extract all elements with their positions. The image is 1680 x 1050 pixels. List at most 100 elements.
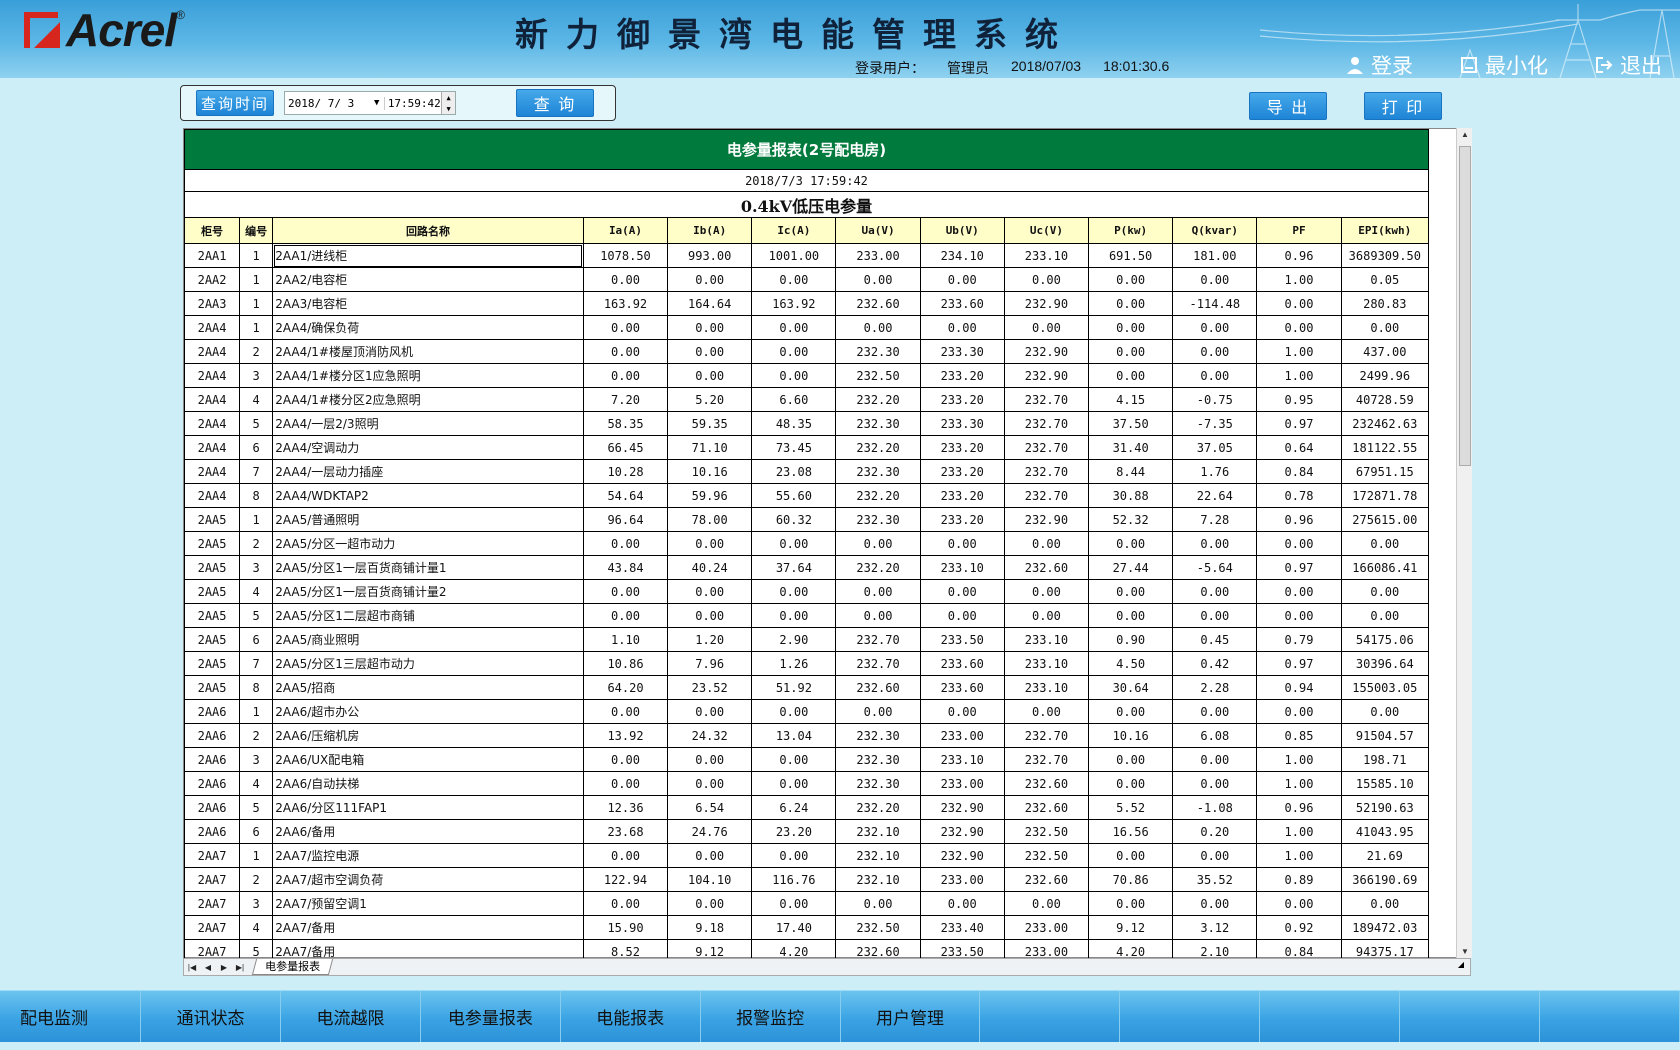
table-cell[interactable]: 2AA5: [184, 507, 241, 532]
exit-button[interactable]: 退出: [1594, 50, 1662, 78]
table-cell[interactable]: 691.50: [1088, 243, 1174, 268]
table-cell[interactable]: 0.00: [751, 771, 837, 796]
table-cell[interactable]: 23.08: [751, 459, 837, 484]
table-cell[interactable]: 23.52: [667, 675, 753, 700]
table-cell[interactable]: 1.00: [1256, 843, 1342, 868]
table-cell[interactable]: 233.10: [919, 747, 1005, 772]
table-cell[interactable]: 0.90: [1088, 627, 1174, 652]
table-row[interactable]: 2AA7 3 2AA7/预留空调1 0.00 0.00 0.00 0.00 0.00 0.00 0…: [184, 891, 1429, 916]
table-cell[interactable]: 0.00: [1172, 579, 1258, 604]
table-cell[interactable]: 10.16: [1088, 723, 1174, 748]
table-row[interactable]: 2AA6 5 2AA6/分区111FAP1 12.36 6.54 6.24 232.20 23…: [184, 795, 1429, 820]
table-cell[interactable]: 0.96: [1256, 507, 1342, 532]
table-cell[interactable]: 2AA4: [184, 459, 241, 484]
table-cell[interactable]: 1: [239, 507, 274, 532]
table-cell[interactable]: 233.20: [919, 435, 1005, 460]
table-cell[interactable]: 16.56: [1088, 819, 1174, 844]
table-cell[interactable]: 0.00: [835, 315, 921, 340]
table-cell[interactable]: 2AA7: [184, 915, 241, 940]
table-cell[interactable]: 2AA7: [184, 939, 241, 959]
table-cell[interactable]: 233.20: [919, 387, 1005, 412]
table-cell[interactable]: 232.70: [835, 627, 921, 652]
table-cell[interactable]: 0.00: [667, 339, 753, 364]
table-cell[interactable]: 2AA5: [184, 627, 241, 652]
table-cell[interactable]: 0.00: [1088, 843, 1174, 868]
table-cell[interactable]: 0.00: [1340, 579, 1429, 604]
table-cell[interactable]: 6.54: [667, 795, 753, 820]
table-cell[interactable]: 5: [239, 603, 274, 628]
table-cell[interactable]: 104.10: [667, 867, 753, 892]
print-button[interactable]: 打 印: [1364, 92, 1442, 120]
table-cell[interactable]: 2AA4/一层2/3照明: [272, 411, 584, 436]
table-cell[interactable]: 0.89: [1256, 867, 1342, 892]
table-cell[interactable]: 2AA4: [184, 483, 241, 508]
table-row[interactable]: 2AA4 2 2AA4/1#楼屋顶消防风机 0.00 0.00 0.00 232.30 233…: [184, 339, 1429, 364]
table-cell[interactable]: 2AA4: [184, 411, 241, 436]
table-cell[interactable]: 70.86: [1088, 867, 1174, 892]
table-cell[interactable]: 4.20: [751, 939, 837, 959]
table-cell[interactable]: 2AA7: [184, 867, 241, 892]
table-cell[interactable]: 2AA4/一层动力插座: [272, 459, 584, 484]
table-cell[interactable]: 13.92: [582, 723, 669, 748]
table-cell[interactable]: 233.60: [919, 651, 1005, 676]
table-cell[interactable]: 8: [239, 675, 274, 700]
table-cell[interactable]: 1078.50: [582, 243, 669, 268]
table-cell[interactable]: 15.90: [582, 915, 669, 940]
table-cell[interactable]: 0.00: [1172, 363, 1258, 388]
table-cell[interactable]: 2AA4: [184, 339, 241, 364]
table-cell[interactable]: 2AA6/分区111FAP1: [272, 795, 584, 820]
table-cell[interactable]: 232.70: [1003, 387, 1090, 412]
table-cell[interactable]: 35.52: [1172, 867, 1258, 892]
table-cell[interactable]: 232.30: [835, 411, 921, 436]
table-cell[interactable]: 0.84: [1256, 459, 1342, 484]
table-cell[interactable]: 0.92: [1256, 915, 1342, 940]
table-cell[interactable]: -7.35: [1172, 411, 1258, 436]
table-cell[interactable]: 27.44: [1088, 555, 1174, 580]
table-cell[interactable]: 0.00: [582, 603, 669, 628]
table-cell[interactable]: 41043.95: [1340, 819, 1429, 844]
table-cell[interactable]: 0.00: [582, 531, 669, 556]
table-cell[interactable]: 0.00: [1003, 315, 1090, 340]
table-cell[interactable]: 51.92: [751, 675, 837, 700]
table-cell[interactable]: 2AA4: [184, 435, 241, 460]
scroll-thumb[interactable]: [1459, 146, 1471, 466]
table-cell[interactable]: 233.20: [919, 507, 1005, 532]
table-cell[interactable]: 2.28: [1172, 675, 1258, 700]
table-cell[interactable]: 232.50: [835, 363, 921, 388]
table-cell[interactable]: 0.64: [1256, 435, 1342, 460]
table-cell[interactable]: 23.68: [582, 819, 669, 844]
table-cell[interactable]: 0.00: [919, 891, 1005, 916]
table-cell[interactable]: 3: [239, 555, 274, 580]
table-cell[interactable]: 0.00: [1088, 579, 1174, 604]
table-cell[interactable]: 0.00: [751, 579, 837, 604]
table-cell[interactable]: 37.50: [1088, 411, 1174, 436]
table-row[interactable]: 2AA3 1 2AA3/电容柜 163.92 164.64 163.92 232.60 233…: [184, 291, 1429, 316]
expand-corner-icon[interactable]: ◢: [1454, 960, 1468, 974]
table-cell[interactable]: 0.00: [919, 315, 1005, 340]
table-cell[interactable]: 4: [239, 771, 274, 796]
next-sheet-icon[interactable]: ▶: [216, 963, 232, 972]
table-cell[interactable]: 0.00: [667, 747, 753, 772]
table-cell[interactable]: 2: [239, 339, 274, 364]
table-cell[interactable]: 0.00: [1256, 603, 1342, 628]
table-cell[interactable]: 232.90: [1003, 507, 1090, 532]
table-cell[interactable]: 59.96: [667, 483, 753, 508]
table-cell[interactable]: 0.00: [751, 363, 837, 388]
table-cell[interactable]: 0.00: [1256, 291, 1342, 316]
table-row[interactable]: 2AA4 3 2AA4/1#楼分区1应急照明 0.00 0.00 0.00 232.50 23…: [184, 363, 1429, 388]
table-cell[interactable]: 78.00: [667, 507, 753, 532]
table-cell[interactable]: 232.30: [835, 771, 921, 796]
table-cell[interactable]: 2AA6: [184, 795, 241, 820]
table-cell[interactable]: 4: [239, 387, 274, 412]
table-row[interactable]: 2AA4 7 2AA4/一层动力插座 10.28 10.16 23.08 232.30 233…: [184, 459, 1429, 484]
table-cell[interactable]: 0.00: [667, 843, 753, 868]
table-cell[interactable]: 15585.10: [1340, 771, 1429, 796]
table-cell[interactable]: 2AA5: [184, 579, 241, 604]
table-cell[interactable]: 0.00: [1172, 747, 1258, 772]
export-button[interactable]: 导 出: [1249, 92, 1327, 120]
table-cell[interactable]: 0.00: [919, 603, 1005, 628]
table-cell[interactable]: 1.26: [751, 651, 837, 676]
table-cell[interactable]: 0.00: [667, 315, 753, 340]
table-cell[interactable]: 189472.03: [1340, 915, 1429, 940]
table-cell[interactable]: 0.00: [1088, 291, 1174, 316]
